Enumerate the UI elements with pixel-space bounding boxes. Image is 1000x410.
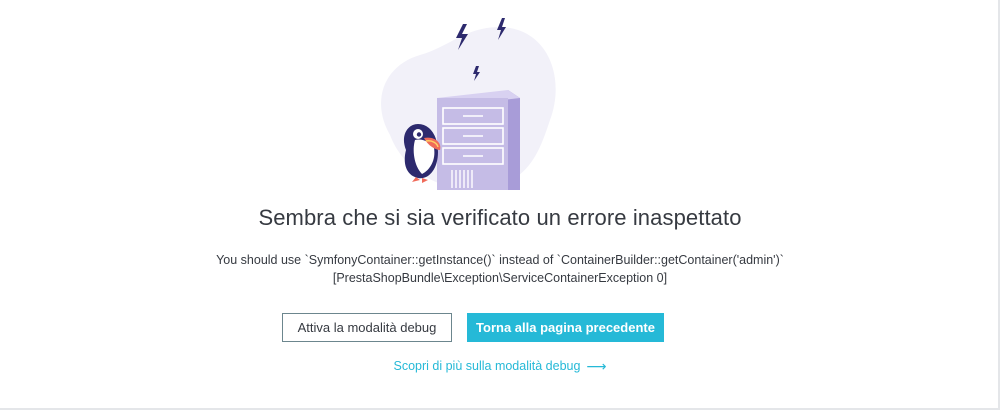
enable-debug-button[interactable]: Attiva la modalità debug (282, 313, 452, 342)
error-page: Sembra che si sia verificato un errore i… (0, 0, 1000, 410)
error-message: You should use `SymfonyContainer::getIns… (0, 251, 1000, 287)
error-illustration (381, 18, 556, 190)
server-icon (437, 90, 520, 190)
error-title: Sembra che si sia verificato un errore i… (258, 205, 742, 230)
learn-more-debug-link[interactable]: Scopri di più sulla modalità debug ⟶ (0, 358, 1000, 375)
arrow-right-icon: ⟶ (586, 358, 607, 374)
error-message-line1: You should use `SymfonyContainer::getIns… (216, 253, 784, 267)
learn-more-debug-label[interactable]: Scopri di più sulla modalità debug (394, 359, 581, 373)
error-message-line2: [PrestaShopBundle\Exception\ServiceConta… (332, 271, 668, 285)
back-to-previous-page-button[interactable]: Torna alla pagina precedente (467, 313, 664, 342)
